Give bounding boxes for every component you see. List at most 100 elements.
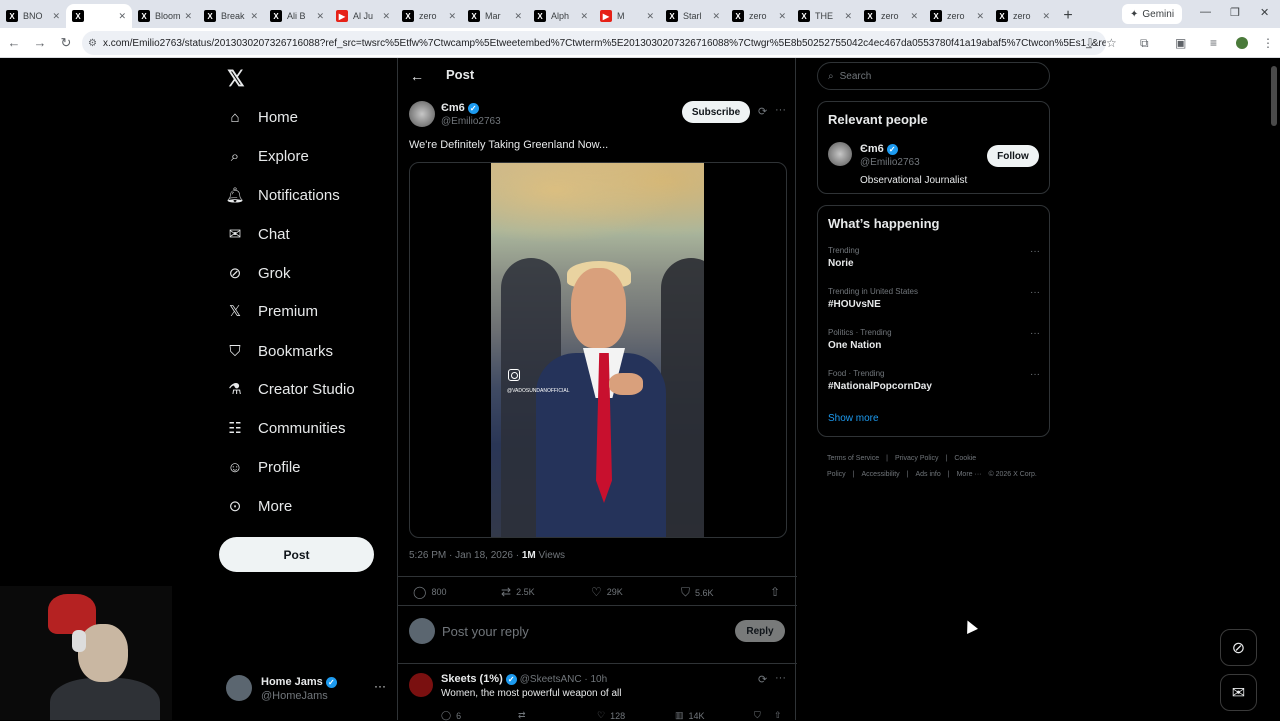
close-tab-icon[interactable]: ✕ — [448, 11, 456, 22]
show-more-link[interactable]: Show more — [828, 413, 879, 424]
browser-tab[interactable]: Xzero ✕ — [396, 4, 462, 28]
media-icon[interactable]: ≡ — [1210, 36, 1217, 50]
repost-action[interactable]: ⇄ 2.5K — [501, 585, 535, 599]
close-tab-icon[interactable]: ✕ — [250, 11, 258, 22]
reload-icon[interactable]: ↻ — [54, 35, 78, 51]
reply-action[interactable]: ◯ 800 — [413, 585, 446, 599]
close-tab-icon[interactable]: ✕ — [646, 11, 654, 22]
more-dots-icon[interactable]: ··· — [775, 104, 786, 116]
browser-tab[interactable]: Xzero ✕ — [924, 4, 990, 28]
x-logo-icon[interactable]: 𝕏 — [227, 66, 245, 92]
bookmark-action[interactable]: ⛉ 5.6K — [681, 585, 714, 600]
footer-link[interactable]: Privacy Policy — [895, 455, 939, 462]
nav-item-profile[interactable]: ☺ Profile — [226, 452, 300, 482]
reply-action[interactable]: ◯ 6 — [441, 710, 461, 721]
footer-link[interactable]: Accessibility — [862, 471, 900, 478]
nav-item-creator-studio[interactable]: ⚗ Creator Studio — [226, 374, 354, 404]
new-tab-button[interactable]: + — [1056, 4, 1080, 28]
browser-tab[interactable]: X Mar ✕ — [462, 4, 528, 28]
nav-item-premium[interactable]: 𝕏 Premium — [226, 296, 318, 326]
footer-link[interactable]: More ··· — [957, 471, 982, 478]
close-tab-icon[interactable]: ✕ — [184, 11, 192, 22]
nav-item-more[interactable]: ⊙ More — [226, 491, 292, 521]
close-tab-icon[interactable]: ✕ — [580, 11, 588, 22]
more-dots-icon[interactable]: ··· — [374, 679, 386, 693]
forward-icon[interactable]: → — [28, 35, 52, 50]
trend-item[interactable]: Trending in United States #HOUvsNE ··· — [828, 287, 1040, 321]
star-icon[interactable]: ☆ — [1106, 36, 1117, 50]
video-frame[interactable]: @VADOSUNDANOFFICIAL — [491, 163, 704, 537]
browser-tab[interactable]: X ✕ — [66, 4, 132, 28]
nav-item-home[interactable]: ⌂ Home — [226, 102, 298, 132]
close-tab-icon[interactable]: ✕ — [976, 11, 984, 22]
nav-item-notifications[interactable]: 🔔︎ Notifications — [225, 180, 339, 210]
more-dots-icon[interactable]: ··· — [1030, 369, 1040, 380]
close-tab-icon[interactable]: ✕ — [382, 11, 390, 22]
share-action[interactable]: ⇧ — [774, 710, 782, 721]
browser-tab[interactable]: ▶ M ✕ — [594, 4, 660, 28]
like-action[interactable]: ♡ 29K — [591, 585, 623, 599]
trend-item[interactable]: Politics · Trending One Nation ··· — [828, 328, 1040, 362]
close-tab-icon[interactable]: ✕ — [514, 11, 522, 22]
nav-item-communities[interactable]: ☷ Communities — [226, 413, 345, 443]
reply-input[interactable]: Post your reply — [442, 624, 529, 639]
bookmark-action[interactable]: ⛉ — [754, 710, 761, 721]
gemini-button[interactable]: ✦ Gemini — [1122, 4, 1183, 24]
nav-item-chat[interactable]: ✉ Chat — [226, 219, 290, 249]
like-action[interactable]: ♡ 128 — [597, 710, 625, 721]
scrollbar-thumb[interactable] — [1271, 66, 1277, 126]
close-tab-icon[interactable]: ✕ — [844, 11, 852, 22]
minimize-icon[interactable]: — — [1200, 6, 1211, 18]
close-window-icon[interactable]: ✕ — [1260, 6, 1269, 19]
sidepanel-icon[interactable]: ▣ — [1175, 36, 1186, 50]
browser-tab[interactable]: X Break ✕ — [198, 4, 264, 28]
share-action[interactable]: ⇧ — [770, 585, 780, 599]
grok-fab-button[interactable]: ⊘ — [1220, 629, 1257, 666]
close-tab-icon[interactable]: ✕ — [316, 11, 324, 22]
close-tab-icon[interactable]: ✕ — [1042, 11, 1050, 22]
grok-icon[interactable]: ⟳ — [758, 673, 767, 686]
post-video[interactable]: @VADOSUNDANOFFICIAL — [409, 162, 787, 538]
site-info-icon[interactable]: ⚙ — [88, 38, 97, 49]
messages-fab-button[interactable]: ✉ — [1220, 674, 1257, 711]
browser-tab[interactable]: X Ali B ✕ — [264, 4, 330, 28]
more-dots-icon[interactable]: ··· — [1030, 287, 1040, 298]
more-dots-icon[interactable]: ··· — [775, 672, 786, 684]
search-box[interactable]: ⌕ — [817, 62, 1050, 90]
browser-tab[interactable]: Xzero ✕ — [990, 4, 1056, 28]
close-tab-icon[interactable]: ✕ — [712, 11, 720, 22]
close-tab-icon[interactable]: ✕ — [118, 11, 126, 22]
post-button[interactable]: Post — [219, 537, 374, 572]
nav-item-grok[interactable]: ⊘ Grok — [226, 258, 291, 288]
browser-tab[interactable]: X BNO ✕ — [0, 4, 66, 28]
avatar[interactable] — [409, 101, 435, 127]
person-handle[interactable]: @Emilio2763 — [860, 157, 920, 168]
footer-link[interactable]: Terms of Service — [827, 455, 879, 462]
trend-item[interactable]: Trending Norie ··· — [828, 246, 1040, 280]
author-handle[interactable]: @Emilio2763 — [441, 116, 501, 127]
subscribe-button[interactable]: Subscribe — [682, 101, 750, 123]
more-dots-icon[interactable]: ··· — [1030, 328, 1040, 339]
reply-button[interactable]: Reply — [735, 620, 785, 642]
footer-link[interactable]: Ads info — [915, 471, 940, 478]
person-name[interactable]: Єm6 ✓ — [860, 143, 898, 155]
scrollbar[interactable] — [1271, 58, 1277, 720]
browser-tab[interactable]: ▶ Al Ju ✕ — [330, 4, 396, 28]
browser-tab[interactable]: X THE ✕ — [792, 4, 858, 28]
back-arrow-icon[interactable]: ← — [410, 68, 424, 84]
extensions-icon[interactable]: ⧉ — [1140, 36, 1149, 51]
avatar[interactable] — [409, 673, 433, 697]
footer-link[interactable]: © 2026 X Corp. — [988, 471, 1036, 478]
account-switcher[interactable]: Home Jams ✓ @HomeJams ··· — [226, 671, 386, 705]
profile-avatar-icon[interactable] — [1236, 37, 1248, 49]
search-input[interactable] — [839, 70, 1030, 82]
browser-tab[interactable]: Xzero ✕ — [858, 4, 924, 28]
post-time[interactable]: 5:26 PM · Jan 18, 2026 · — [409, 550, 519, 561]
close-tab-icon[interactable]: ✕ — [778, 11, 786, 22]
reply-author[interactable]: Skeets (1%) ✓ @SkeetsANC · 10h — [441, 673, 607, 685]
grok-icon[interactable]: ⟳ — [758, 105, 767, 118]
nav-item-explore[interactable]: ⌕ Explore — [226, 141, 309, 171]
menu-icon[interactable]: ⋮ — [1262, 36, 1274, 50]
browser-tab[interactable]: X Bloom ✕ — [132, 4, 198, 28]
author-name[interactable]: Єm6 ✓ — [441, 102, 479, 114]
